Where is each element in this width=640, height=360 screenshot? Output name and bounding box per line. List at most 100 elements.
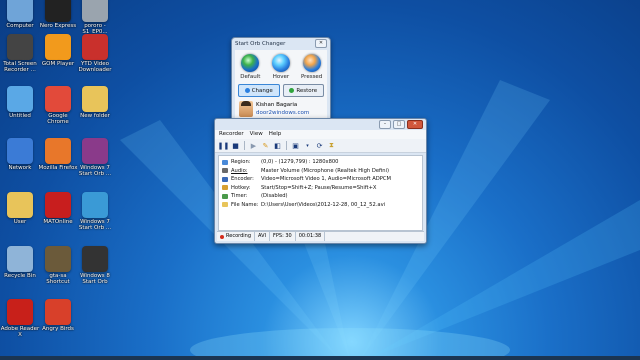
desktop-icon[interactable]: New folder — [75, 86, 115, 119]
stop-icon[interactable]: ■ — [231, 141, 240, 150]
user-folder-icon — [7, 192, 33, 218]
info-key[interactable]: Region: — [231, 159, 261, 165]
nero-icon — [45, 0, 71, 22]
orb-hover-icon — [271, 54, 290, 72]
info-row-hotkey: Hotkey: Start/Stop=Shift+Z; Pause/Resume… — [222, 184, 419, 193]
orb-window-titlebar[interactable]: Start Orb Changer ✕ — [232, 38, 330, 49]
desktop-icon[interactable]: YTD Video Downloader — [75, 34, 115, 73]
close-icon[interactable]: ✕ — [407, 120, 423, 129]
restore-button[interactable]: Restore — [282, 84, 324, 97]
info-key[interactable]: Encoder: — [231, 176, 261, 182]
recorder-menubar: Recorder View Help — [215, 130, 426, 139]
desktop-icon[interactable]: Recycle Bin — [0, 246, 40, 279]
desktop-icon[interactable]: Nero Express — [38, 0, 78, 29]
status-recording: Recording — [217, 232, 256, 241]
info-value: (Disabled) — [261, 193, 288, 200]
firefox-icon — [45, 138, 71, 164]
desktop-icon-label: Angry Birds — [42, 326, 74, 332]
orb-previews: Default Hover Pressed — [235, 50, 327, 80]
info-key[interactable]: Audio: — [231, 168, 261, 174]
chevron-down-icon[interactable]: ▾ — [303, 141, 312, 150]
menu-recorder[interactable]: Recorder — [219, 130, 244, 139]
desktop-icon-label: Google Chrome — [47, 113, 69, 125]
orb-default[interactable]: Default — [237, 54, 263, 80]
screen-recorder-window[interactable]: – □ ✕ Recorder View Help ❚❚ ■ ▶ ✎ ◧ ▣ ▾ … — [214, 118, 427, 244]
info-key[interactable]: Hotkey: — [231, 185, 261, 191]
info-key[interactable]: Timer: — [231, 193, 261, 199]
network-icon — [7, 138, 33, 164]
desktop-icon-label: Recycle Bin — [4, 273, 36, 279]
info-value: (0,0) - (1279,799) : 1280x800 — [261, 159, 339, 166]
hourglass-icon[interactable]: ⧗ — [327, 141, 336, 150]
play-icon[interactable]: ▶ — [249, 141, 258, 150]
author-info: Kishan Bagaria door2windows.com — [235, 97, 327, 117]
windows-orb-icon — [82, 192, 108, 218]
desktop-icon[interactable]: Network — [0, 138, 40, 171]
desktop-icon[interactable]: Windows 7 Start Orb ... — [75, 138, 115, 177]
desktop-icon[interactable]: User — [0, 192, 40, 225]
close-icon[interactable]: ✕ — [315, 39, 327, 48]
author-name: Kishan Bagaria — [256, 102, 298, 108]
orb-hover[interactable]: Hover — [268, 54, 294, 80]
orb-pressed[interactable]: Pressed — [299, 54, 325, 80]
keyboard-icon — [222, 185, 228, 191]
desktop-icon-label: Windows 8 Start Orb — [80, 273, 110, 285]
desktop-icon[interactable]: GOM Player — [38, 34, 78, 67]
desktop-icon[interactable]: Windows 8 Start Orb — [75, 246, 115, 285]
info-key[interactable]: File Name: — [231, 202, 261, 208]
recycle-bin-icon — [7, 246, 33, 272]
record-dot-icon — [220, 234, 224, 239]
orb-default-icon — [241, 54, 260, 72]
desktop-icon-label: MATOnline — [43, 219, 73, 225]
info-value: Video=Microsoft Video 1, Audio=Microsoft… — [261, 176, 392, 183]
computer-icon — [7, 0, 33, 22]
toolbar-divider — [286, 141, 287, 150]
desktop-icon-label: Mozilla Firefox — [38, 165, 78, 171]
desktop-icon[interactable]: MATOnline — [38, 192, 78, 225]
film-reel-icon — [7, 34, 33, 60]
recorder-titlebar[interactable]: – □ ✕ — [215, 119, 426, 130]
restore-icon — [289, 88, 295, 93]
desktop-icon[interactable]: Google Chrome — [38, 86, 78, 125]
pause-icon[interactable]: ❚❚ — [218, 141, 230, 150]
desktop-icon[interactable]: Untitled — [0, 86, 40, 119]
edit-icon[interactable]: ✎ — [261, 141, 270, 150]
minimize-icon[interactable]: – — [379, 120, 391, 129]
desktop-icon-label: New folder — [80, 113, 110, 119]
desktop-icon[interactable]: Computer — [0, 0, 40, 29]
desktop-icon[interactable]: Windows 7 Start Orb ... — [75, 192, 115, 231]
adobe-reader-icon — [7, 299, 33, 325]
author-link[interactable]: door2windows.com — [256, 109, 309, 117]
document-icon — [7, 86, 33, 112]
info-value: D:\Users\User\Videos\2012-12-28, 00_12_5… — [261, 201, 386, 208]
desktop-icon-label: YTD Video Downloader — [78, 61, 112, 73]
menu-help[interactable]: Help — [269, 130, 282, 139]
recording-info-panel: Region: (0,0) - (1279,799) : 1280x800 Au… — [218, 155, 423, 231]
maximize-icon[interactable]: □ — [393, 120, 405, 129]
desktop-icon[interactable]: Mozilla Firefox — [38, 138, 78, 171]
recorder-toolbar: ❚❚ ■ ▶ ✎ ◧ ▣ ▾ ⟳ ⧗ — [215, 139, 426, 153]
orb-buttons: Change Restore — [235, 80, 327, 97]
desktop-icon[interactable]: Angry Birds — [38, 299, 78, 332]
info-row-encoder: Encoder: Video=Microsoft Video 1, Audio=… — [222, 175, 419, 184]
refresh-icon[interactable]: ⟳ — [315, 141, 324, 150]
desktop-icon-label: Windows 7 Start Orb ... — [78, 219, 112, 231]
change-button[interactable]: Change — [238, 84, 280, 97]
desktop-icon-label: Total Screen Recorder ... — [3, 61, 37, 73]
desktop-icon[interactable]: Total Screen Recorder ... — [0, 34, 40, 73]
camera-icon[interactable]: ◧ — [273, 141, 282, 150]
recorder-statusbar: Recording AVI FPS: 30 00:01:38 — [217, 231, 424, 241]
clock-icon — [222, 193, 228, 199]
desktop-icon[interactable]: gta-sa Shortcut — [38, 246, 78, 285]
toolbar-divider — [244, 141, 245, 150]
orb-small-icon — [244, 88, 250, 93]
region-icon[interactable]: ▣ — [291, 141, 300, 150]
status-fps: FPS: 30 — [270, 232, 296, 241]
taskbar[interactable] — [0, 356, 640, 360]
menu-view[interactable]: View — [250, 130, 263, 139]
orb-pressed-icon — [302, 54, 321, 72]
restore-button-label: Restore — [296, 87, 318, 94]
gta-icon — [45, 246, 71, 272]
desktop-icon[interactable]: pororo - S1_EP0... — [75, 0, 115, 35]
desktop-icon[interactable]: Adobe Reader X — [0, 299, 40, 338]
